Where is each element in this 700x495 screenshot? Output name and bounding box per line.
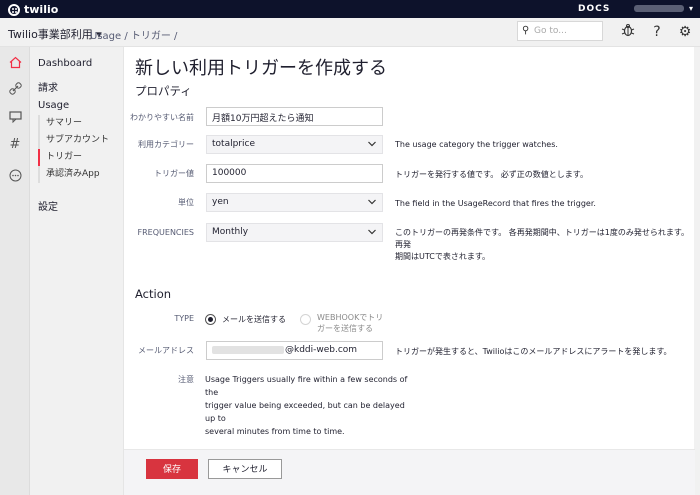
product-rail: # bbox=[0, 47, 30, 495]
properties-heading: プロパティ bbox=[135, 84, 192, 98]
usage-category-help: The usage category the trigger watches. bbox=[395, 140, 558, 149]
type-label: TYPE bbox=[174, 314, 194, 323]
email-input[interactable]: @kddi-web.com bbox=[206, 341, 383, 360]
friendly-name-input[interactable]: 月額10万円超えたら通知 bbox=[206, 107, 383, 126]
send-webhook-radio[interactable] bbox=[300, 314, 311, 325]
more-icon[interactable] bbox=[4, 164, 26, 186]
unit-help: The field in the UsageRecord that fires … bbox=[395, 199, 596, 208]
page-title: 新しい利用トリガーを作成する bbox=[135, 58, 387, 79]
account-name-masked[interactable] bbox=[634, 5, 684, 12]
project-name: Twilio事業部利用 bbox=[8, 28, 93, 41]
usage-category-value: totalprice bbox=[212, 139, 255, 149]
top-navbar: twilio DOCS ▾ bbox=[0, 0, 700, 18]
usage-category-select[interactable]: totalprice bbox=[206, 135, 383, 154]
email-help: トリガーが発生すると、Twilioはこのメールアドレスにアラートを発します。 bbox=[395, 347, 672, 356]
brand-text: twilio bbox=[24, 3, 59, 16]
notes-line2: trigger value being exceeded, but can be… bbox=[205, 401, 405, 423]
project-switcher[interactable]: Twilio事業部利用 ▾ bbox=[8, 26, 102, 42]
cancel-button[interactable]: キャンセル bbox=[208, 459, 282, 479]
search-icon: ⚲ bbox=[522, 25, 530, 36]
email-label: メールアドレス bbox=[138, 346, 194, 355]
usage-category-label: 利用カテゴリー bbox=[138, 140, 194, 149]
goto-search-input[interactable]: ⚲ Go to... bbox=[517, 21, 603, 41]
sidebar-item-usage[interactable]: Usage bbox=[38, 100, 69, 111]
frequencies-help-line2: 期間はUTCで表されます。 bbox=[395, 252, 491, 261]
form-footer: 保存 キャンセル bbox=[124, 449, 695, 495]
frequencies-select[interactable]: Monthly bbox=[206, 223, 383, 242]
sidebar-item-dashboard[interactable]: Dashboard bbox=[38, 58, 92, 69]
unit-value: yen bbox=[212, 197, 229, 207]
chevron-down-icon bbox=[368, 229, 376, 235]
email-local-part-masked bbox=[212, 345, 284, 354]
docs-link[interactable]: DOCS bbox=[578, 4, 610, 14]
action-heading: Action bbox=[135, 287, 172, 301]
send-email-radio[interactable] bbox=[205, 314, 216, 325]
frequencies-value: Monthly bbox=[212, 227, 249, 237]
search-placeholder: Go to... bbox=[534, 26, 567, 36]
sidebar-item-triggers[interactable]: トリガー bbox=[38, 149, 116, 166]
bug-icon[interactable] bbox=[619, 23, 637, 41]
twilio-logo[interactable]: twilio bbox=[8, 3, 58, 16]
unit-select[interactable]: yen bbox=[206, 193, 383, 212]
twilio-logo-icon bbox=[8, 3, 20, 16]
webhook-label-line2: ガーを送信する bbox=[317, 324, 373, 333]
unit-label: 単位 bbox=[178, 198, 194, 207]
send-email-option-label[interactable]: メールを送信する bbox=[222, 314, 286, 325]
frequencies-label: FREQUENCIES bbox=[137, 228, 194, 237]
trigger-value-input[interactable]: 100000 bbox=[206, 164, 383, 183]
sidebar-item-settings[interactable]: 設定 bbox=[38, 198, 58, 213]
main-content: 新しい利用トリガーを作成する プロパティ わかりやすい名前 月額10万円超えたら… bbox=[123, 47, 695, 495]
message-icon[interactable] bbox=[4, 105, 26, 127]
chevron-down-icon bbox=[368, 141, 376, 147]
link-icon[interactable] bbox=[4, 77, 26, 99]
home-icon[interactable] bbox=[4, 51, 26, 73]
send-webhook-option-label[interactable]: WEBHOOKでトリ ガーを送信する bbox=[317, 312, 383, 334]
webhook-label-line1: WEBHOOKでトリ bbox=[317, 313, 384, 322]
save-button[interactable]: 保存 bbox=[146, 459, 198, 479]
email-domain: @kddi-web.com bbox=[285, 345, 358, 355]
friendly-name-label: わかりやすい名前 bbox=[130, 113, 194, 122]
notes-label: 注意 bbox=[178, 375, 194, 384]
account-caret-icon[interactable]: ▾ bbox=[689, 4, 693, 13]
notes-line1: Usage Triggers usually fire within a few… bbox=[205, 375, 408, 397]
chevron-down-icon bbox=[368, 199, 376, 205]
notes-text: Usage Triggers usually fire within a few… bbox=[205, 373, 415, 438]
gear-icon[interactable]: ⚙ bbox=[676, 23, 694, 41]
breadcrumb[interactable]: Usage / トリガー / bbox=[90, 27, 177, 42]
project-bar: Twilio事業部利用 ▾ Usage / トリガー / ⚲ Go to... … bbox=[0, 18, 700, 47]
frequencies-help-line1: このトリガーの再発条件です。 各再発期間中、トリガーは1度のみ発せられます。 再… bbox=[395, 228, 690, 249]
help-icon[interactable]: ? bbox=[648, 23, 666, 41]
hash-icon[interactable]: # bbox=[4, 133, 26, 155]
notes-line3: several minutes from time to time. bbox=[205, 427, 345, 436]
trigger-value-label: トリガー値 bbox=[154, 169, 194, 178]
sidebar-item-billing[interactable]: 請求 bbox=[38, 79, 58, 94]
trigger-value-help: トリガーを発行する値です。 必ず正の数値とします。 bbox=[395, 170, 588, 179]
frequencies-help: このトリガーの再発条件です。 各再発期間中、トリガーは1度のみ発せられます。 再… bbox=[395, 227, 694, 263]
